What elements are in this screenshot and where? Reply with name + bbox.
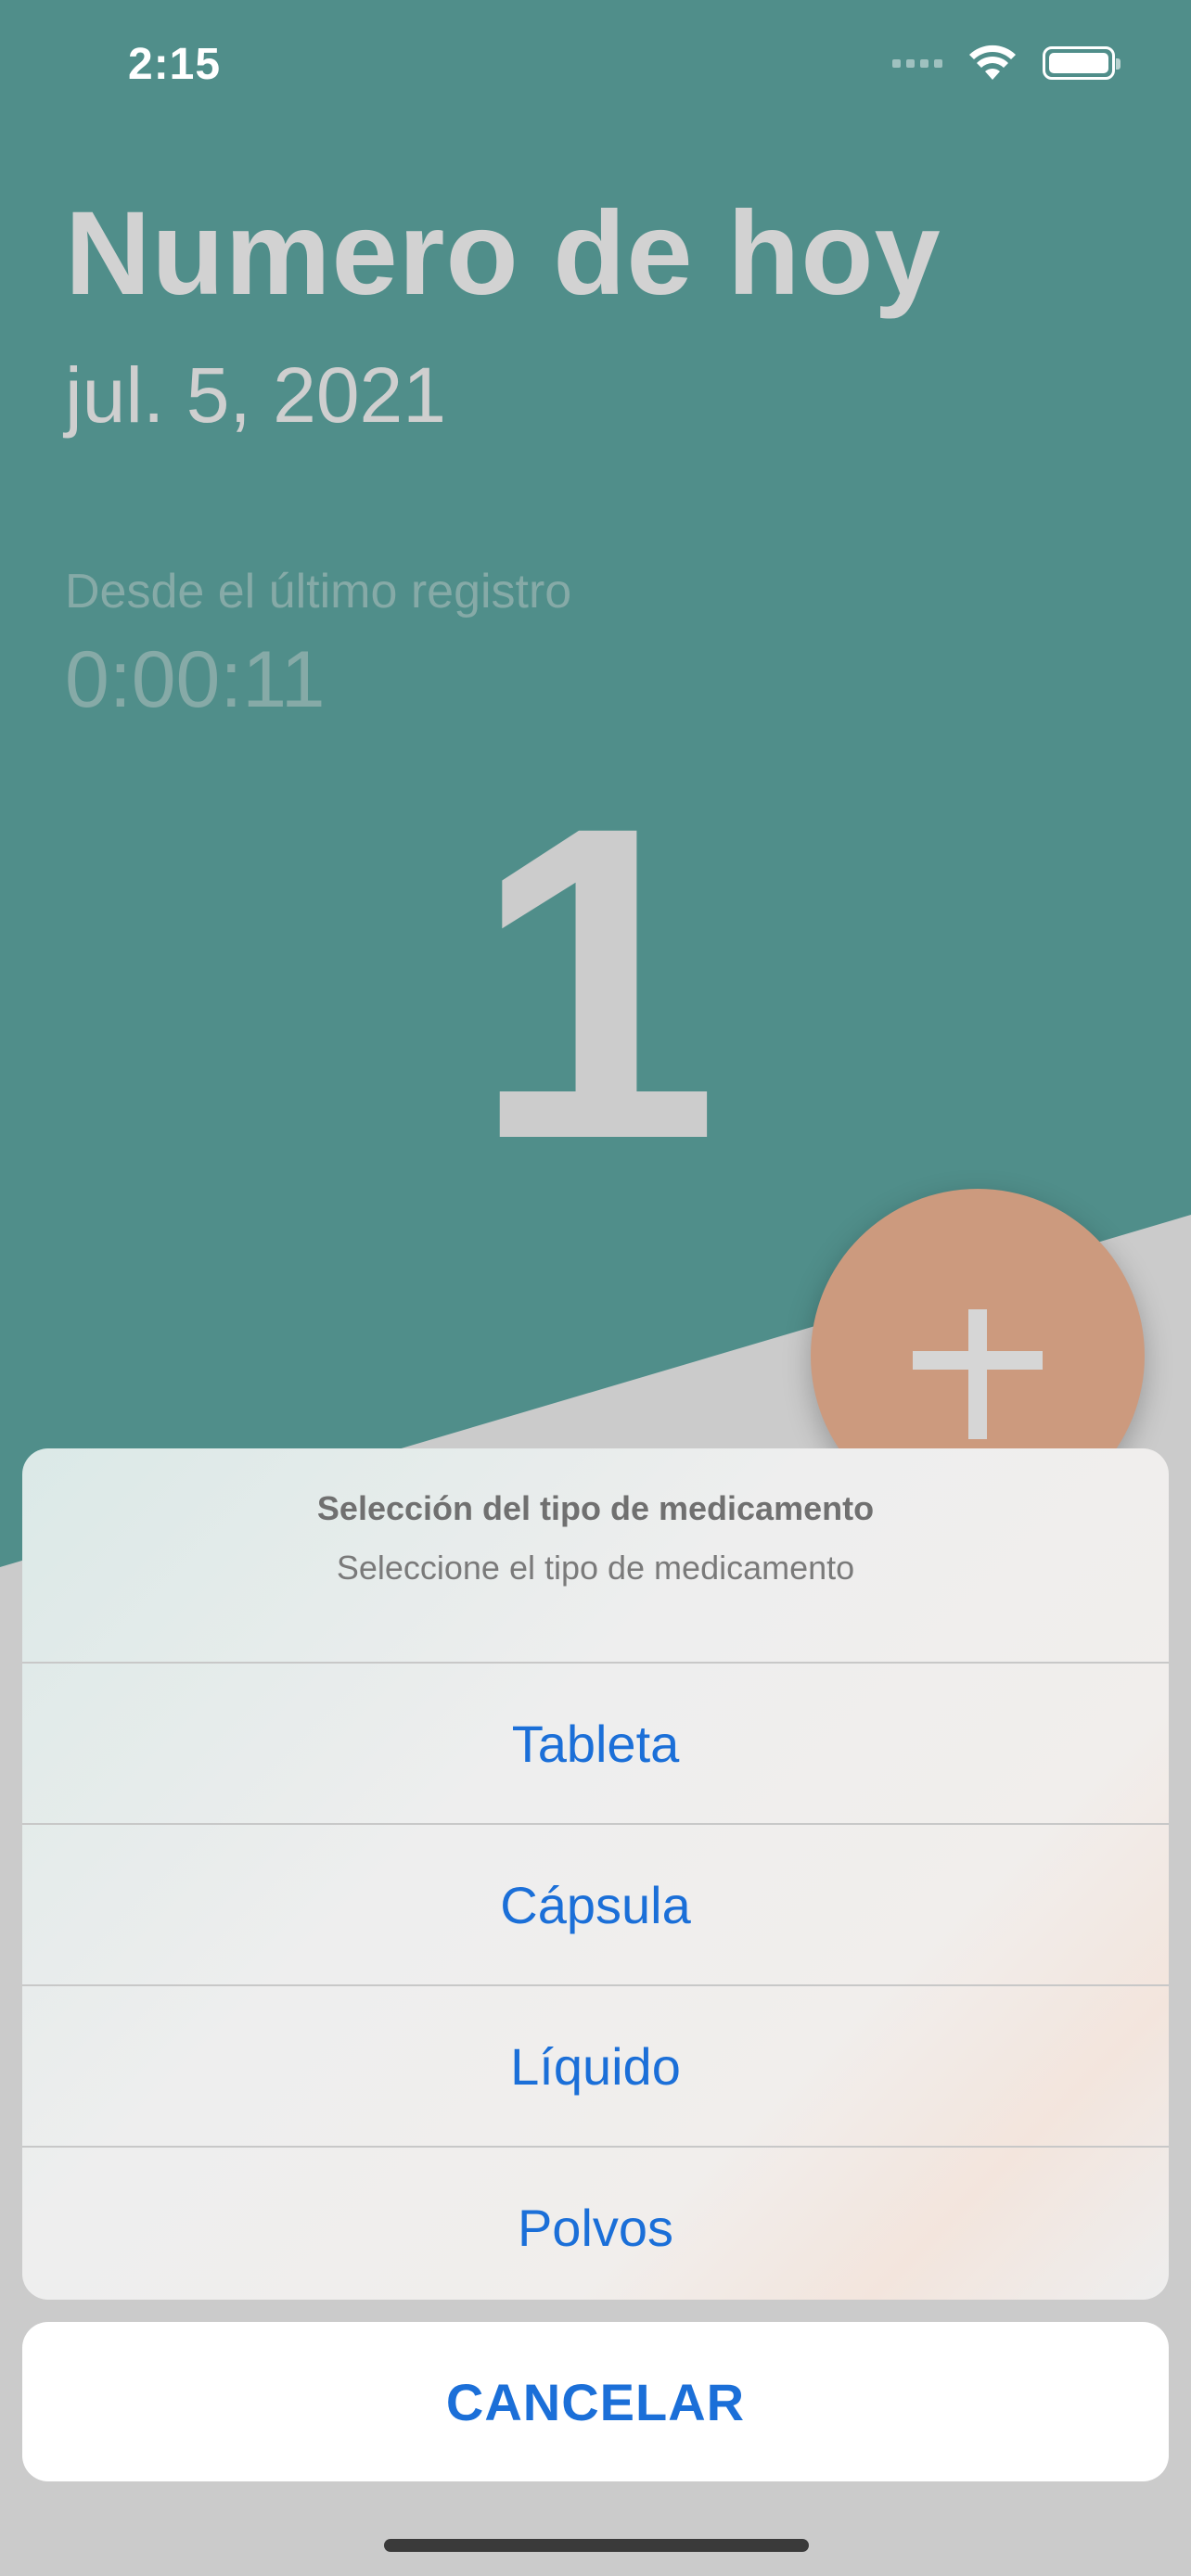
daily-count: 1 <box>471 733 720 1231</box>
status-time: 2:15 <box>128 40 222 89</box>
medication-type-action-sheet: Selección del tipo de medicamento Selecc… <box>22 1448 1169 2300</box>
page-title: Numero de hoy <box>65 187 941 320</box>
option-liquido[interactable]: Líquido <box>22 1984 1169 2146</box>
status-icons <box>892 45 1121 82</box>
cancel-button[interactable]: CANCELAR <box>22 2322 1169 2481</box>
since-last-timer: 0:00:11 <box>65 635 326 724</box>
action-sheet-subtitle: Seleccione el tipo de medicamento <box>336 1549 855 1587</box>
signal-icon <box>892 58 942 68</box>
option-capsula[interactable]: Cápsula <box>22 1823 1169 1984</box>
battery-icon <box>1043 46 1121 80</box>
home-indicator <box>384 2539 809 2552</box>
option-tableta[interactable]: Tableta <box>22 1662 1169 1823</box>
since-last-label: Desde el último registro <box>65 565 572 618</box>
option-polvos[interactable]: Polvos <box>22 2146 1169 2300</box>
action-sheet-title: Selección del tipo de medicamento <box>316 1489 875 1527</box>
wifi-icon <box>969 45 1016 80</box>
action-sheet-header: Selección del tipo de medicamento Selecc… <box>22 1448 1169 1662</box>
current-date: jul. 5, 2021 <box>65 351 446 439</box>
